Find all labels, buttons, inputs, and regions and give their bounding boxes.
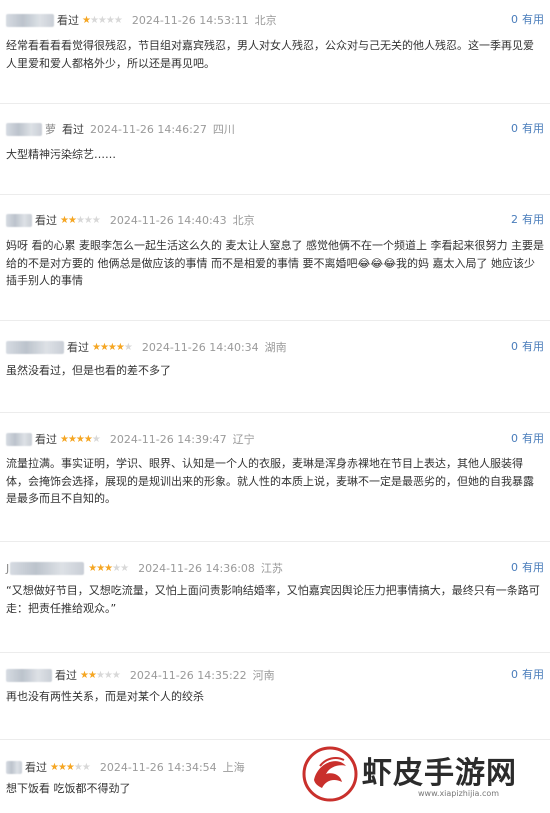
- useful-label: 有用: [522, 432, 544, 445]
- divider: [0, 739, 550, 740]
- rating-stars: ★★★★★: [80, 669, 121, 681]
- avatar: [6, 432, 32, 446]
- avatar: [6, 668, 52, 682]
- comment-text: “又想做好节目，又想吃流量，又怕上面问责影响结婚率，又怕嘉宾因舆论压力把事情搞大…: [6, 584, 540, 615]
- useful-button[interactable]: 0 有用: [511, 119, 544, 139]
- useful-button[interactable]: 0 有用: [511, 337, 544, 357]
- watermark-name: 虾皮手游网: [362, 756, 517, 791]
- comment-location: 北京: [232, 214, 255, 227]
- watched-label: 看过: [35, 433, 57, 446]
- rating-stars: ★★★★★: [60, 214, 101, 226]
- comment-text: 大型精神污染综艺……: [6, 148, 116, 161]
- divider: [0, 194, 550, 195]
- useful-count: 0: [511, 668, 518, 681]
- comment-location: 河南: [252, 669, 275, 682]
- username-suffix: 萝: [45, 123, 56, 136]
- comment-time: 2024-11-26 14:40:43: [109, 213, 227, 227]
- useful-count: 0: [511, 561, 518, 574]
- avatar: [6, 340, 64, 354]
- useful-count: 0: [511, 340, 518, 353]
- useful-label: 有用: [522, 122, 544, 135]
- avatar: [6, 13, 54, 27]
- comment-location: 北京: [254, 14, 277, 27]
- comment-text: 流量拉满。事实证明，学识、眼界、认知是一个人的衣服，麦琳是浑身赤裸地在节目上表达…: [6, 457, 534, 505]
- watched-label: 看过: [57, 14, 79, 27]
- comment-text: 再也没有两性关系，而是对某个人的绞杀: [6, 690, 204, 703]
- useful-label: 有用: [522, 213, 544, 226]
- useful-count: 0: [511, 13, 518, 26]
- useful-count: 0: [511, 432, 518, 445]
- divider: [0, 103, 550, 104]
- avatar: [6, 213, 32, 227]
- useful-count: 0: [511, 122, 518, 135]
- username-prefix: J: [6, 561, 10, 575]
- comment-time: 2024-11-26 14:46:27: [90, 122, 207, 136]
- comment-location: 江苏: [260, 562, 283, 575]
- rating-stars: ★★★★★: [60, 433, 101, 445]
- comment-location: 辽宁: [232, 433, 255, 446]
- comment-time: 2024-11-26 14:34:54: [99, 760, 217, 774]
- useful-button[interactable]: 2 有用: [511, 210, 544, 230]
- comment-time: 2024-11-26 14:39:47: [109, 432, 227, 446]
- useful-count: 2: [511, 213, 518, 226]
- divider: [0, 320, 550, 321]
- watched-label: 看过: [35, 214, 57, 227]
- comment-text: 经常看看看看觉得很残忍，节目组对嘉宾残忍，男人对女人残忍，公众对与己无关的他人残…: [6, 39, 534, 70]
- comment-text: 虽然没看过，但是也看的差不多了: [6, 364, 171, 377]
- useful-button[interactable]: 0 有用: [511, 558, 544, 578]
- avatar: [6, 760, 22, 774]
- divider: [0, 412, 550, 413]
- comment-location: 上海: [222, 761, 245, 774]
- watched-label: 看过: [62, 123, 84, 136]
- rating-stars: ★★★★★: [88, 562, 129, 574]
- useful-button[interactable]: 0 有用: [511, 10, 544, 30]
- rating-stars: ★★★★★: [92, 341, 133, 353]
- shrimp-logo-icon: [302, 746, 358, 802]
- useful-label: 有用: [522, 13, 544, 26]
- watched-label: 看过: [55, 669, 77, 682]
- rating-stars: ★★★★★: [82, 14, 123, 26]
- useful-label: 有用: [522, 340, 544, 353]
- watched-label: 看过: [67, 341, 89, 354]
- useful-button[interactable]: 0 有用: [511, 429, 544, 449]
- avatar: [6, 122, 42, 136]
- watermark-url: www.xiapizhijia.com: [418, 789, 500, 798]
- comment-location: 湖南: [264, 341, 287, 354]
- useful-button[interactable]: 0 有用: [511, 665, 544, 685]
- divider: [0, 652, 550, 653]
- useful-label: 有用: [522, 561, 544, 574]
- comment-time: 2024-11-26 14:35:22: [129, 668, 247, 682]
- avatar: [10, 561, 85, 575]
- watched-label: 看过: [25, 761, 47, 774]
- useful-label: 有用: [522, 668, 544, 681]
- comment-time: 2024-11-26 14:36:08: [138, 561, 255, 575]
- comment-text: 妈呀 看的心累 麦眼李怎么一起生活这么久的 麦太让人窒息了 感觉他俩不在一个频道…: [6, 239, 544, 287]
- divider: [0, 541, 550, 542]
- comment-time: 2024-11-26 14:53:11: [131, 13, 249, 27]
- rating-stars: ★★★★★: [50, 761, 91, 773]
- comment-location: 四川: [212, 123, 235, 136]
- site-watermark: 虾皮手游网 www.xiapizhijia.com: [300, 744, 545, 806]
- comment-time: 2024-11-26 14:40:34: [141, 340, 259, 354]
